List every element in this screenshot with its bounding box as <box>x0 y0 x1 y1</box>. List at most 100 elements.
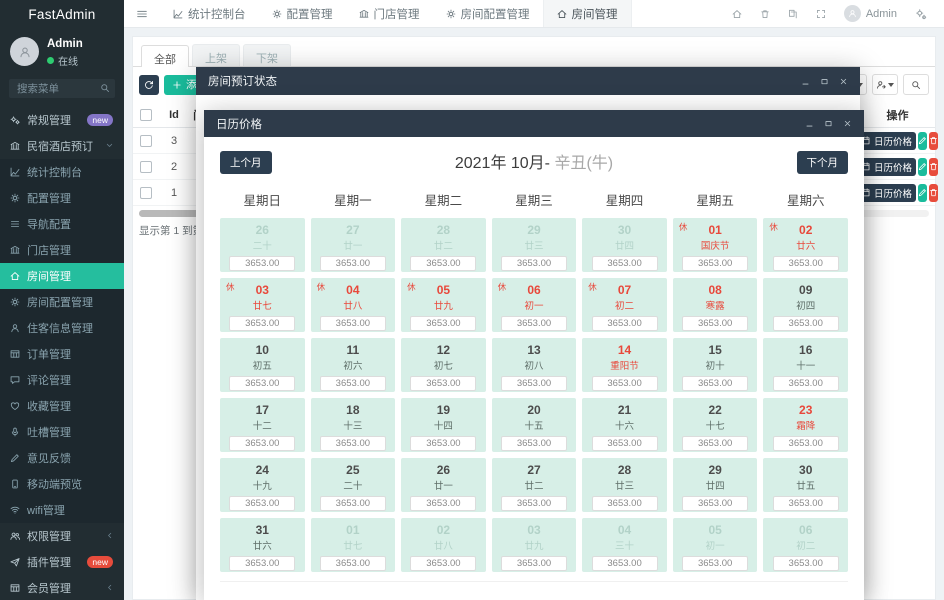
calendar-day-cell[interactable]: 30廿五 <box>763 458 848 512</box>
calendar-day-cell[interactable]: 休01国庆节 <box>673 218 758 272</box>
sidebar-subitem[interactable]: 意见反馈 <box>0 445 124 471</box>
price-input[interactable] <box>229 556 295 571</box>
calendar-day-cell[interactable]: 22十七 <box>673 398 758 452</box>
calendar-day-cell[interactable]: 13初八 <box>492 338 577 392</box>
calendar-day-cell[interactable]: 01廿七 <box>311 518 396 572</box>
trash-button[interactable] <box>751 9 779 19</box>
calendar-day-cell[interactable]: 06初二 <box>763 518 848 572</box>
sidebar-subitem[interactable]: 评论管理 <box>0 367 124 393</box>
price-input[interactable] <box>320 556 386 571</box>
nav-tab[interactable]: 统计控制台 <box>160 0 259 27</box>
sidebar-subitem[interactable]: wifi管理 <box>0 497 124 523</box>
price-input[interactable] <box>592 496 658 511</box>
sidebar-subitem[interactable]: 吐槽管理 <box>0 419 124 445</box>
price-input[interactable] <box>320 496 386 511</box>
price-input[interactable] <box>682 316 748 331</box>
price-input[interactable] <box>682 256 748 271</box>
price-input[interactable] <box>773 556 839 571</box>
calendar-day-cell[interactable]: 05初一 <box>673 518 758 572</box>
price-input[interactable] <box>320 256 386 271</box>
row-checkbox[interactable] <box>133 135 159 147</box>
row-checkbox[interactable] <box>133 161 159 173</box>
nav-tab[interactable]: 门店管理 <box>346 0 433 27</box>
calendar-day-cell[interactable]: 26廿一 <box>401 458 486 512</box>
price-input[interactable] <box>501 376 567 391</box>
price-input[interactable] <box>501 316 567 331</box>
calendar-day-cell[interactable]: 15初十 <box>673 338 758 392</box>
price-input[interactable] <box>501 436 567 451</box>
edit-button[interactable] <box>918 158 927 176</box>
calendar-day-cell[interactable]: 14重阳节 <box>582 338 667 392</box>
filter-tab[interactable]: 上架 <box>192 44 240 66</box>
price-input[interactable] <box>229 256 295 271</box>
calendar-day-cell[interactable]: 16十一 <box>763 338 848 392</box>
calendar-day-cell[interactable]: 27廿一 <box>311 218 396 272</box>
sidebar-subitem[interactable]: 住客信息管理 <box>0 315 124 341</box>
calendar-day-cell[interactable]: 休02廿六 <box>763 218 848 272</box>
nav-tab[interactable]: 房间管理 <box>543 0 632 27</box>
price-input[interactable] <box>682 556 748 571</box>
calendar-day-cell[interactable]: 17十二 <box>220 398 305 452</box>
calendar-day-cell[interactable]: 24十九 <box>220 458 305 512</box>
calendar-price-button[interactable]: 日历价格 <box>857 132 916 150</box>
price-input[interactable] <box>410 556 476 571</box>
price-input[interactable] <box>410 316 476 331</box>
price-input[interactable] <box>410 496 476 511</box>
delete-button[interactable] <box>929 184 938 202</box>
calendar-day-cell[interactable]: 31廿六 <box>220 518 305 572</box>
sidebar-subitem[interactable]: 导航配置 <box>0 211 124 237</box>
calendar-day-cell[interactable]: 30廿四 <box>582 218 667 272</box>
home-button[interactable] <box>723 9 751 19</box>
next-month-button[interactable]: 下个月 <box>797 151 849 174</box>
sidebar-subitem[interactable]: 订单管理 <box>0 341 124 367</box>
calendar-day-cell[interactable]: 26二十 <box>220 218 305 272</box>
price-input[interactable] <box>410 376 476 391</box>
price-input[interactable] <box>229 376 295 391</box>
delete-button[interactable] <box>929 158 938 176</box>
calendar-price-button[interactable]: 日历价格 <box>857 158 916 176</box>
calendar-day-cell[interactable]: 休06初一 <box>492 278 577 332</box>
close-icon[interactable] <box>843 119 852 128</box>
calendar-day-cell[interactable]: 08寒露 <box>673 278 758 332</box>
edit-button[interactable] <box>918 132 927 150</box>
search-toggle-button[interactable] <box>903 74 929 95</box>
calendar-day-cell[interactable]: 02廿八 <box>401 518 486 572</box>
sidebar-item[interactable]: 会员管理 <box>0 575 124 600</box>
row-checkbox[interactable] <box>133 187 159 199</box>
calendar-day-cell[interactable]: 29廿三 <box>492 218 577 272</box>
calendar-day-cell[interactable]: 29廿四 <box>673 458 758 512</box>
sidebar-item[interactable]: 民宿酒店预订 <box>0 133 124 159</box>
sidebar-subitem[interactable]: 配置管理 <box>0 185 124 211</box>
prev-month-button[interactable]: 上个月 <box>220 151 272 174</box>
sidebar-subitem[interactable]: 房间配置管理 <box>0 289 124 315</box>
sidebar-subitem[interactable]: 统计控制台 <box>0 159 124 185</box>
select-all-checkbox[interactable] <box>133 109 159 121</box>
price-input[interactable] <box>592 376 658 391</box>
calendar-day-cell[interactable]: 28廿三 <box>582 458 667 512</box>
price-input[interactable] <box>410 436 476 451</box>
calendar-day-cell[interactable]: 10初五 <box>220 338 305 392</box>
calendar-day-cell[interactable]: 休07初二 <box>582 278 667 332</box>
price-input[interactable] <box>773 496 839 511</box>
sidebar-subitem[interactable]: 房间管理 <box>0 263 124 289</box>
price-input[interactable] <box>773 376 839 391</box>
calendar-day-cell[interactable]: 04三十 <box>582 518 667 572</box>
nav-tab[interactable]: 房间配置管理 <box>433 0 543 27</box>
nav-tab[interactable]: 配置管理 <box>259 0 346 27</box>
price-input[interactable] <box>229 316 295 331</box>
filter-tab[interactable]: 下架 <box>243 44 291 66</box>
calendar-day-cell[interactable]: 23霜降 <box>763 398 848 452</box>
modal-header[interactable]: 房间预订状态 <box>196 67 860 95</box>
sidebar-item[interactable]: 插件管理new <box>0 549 124 575</box>
sidebar-item[interactable]: 权限管理 <box>0 523 124 549</box>
price-input[interactable] <box>773 436 839 451</box>
price-input[interactable] <box>320 436 386 451</box>
calendar-price-button[interactable]: 日历价格 <box>857 184 916 202</box>
sidebar-subitem[interactable]: 门店管理 <box>0 237 124 263</box>
calendar-day-cell[interactable]: 休04廿八 <box>311 278 396 332</box>
price-input[interactable] <box>682 496 748 511</box>
export-button[interactable] <box>872 74 898 95</box>
close-icon[interactable] <box>839 77 848 86</box>
modal-header[interactable]: 日历价格 <box>204 110 864 137</box>
price-input[interactable] <box>501 256 567 271</box>
